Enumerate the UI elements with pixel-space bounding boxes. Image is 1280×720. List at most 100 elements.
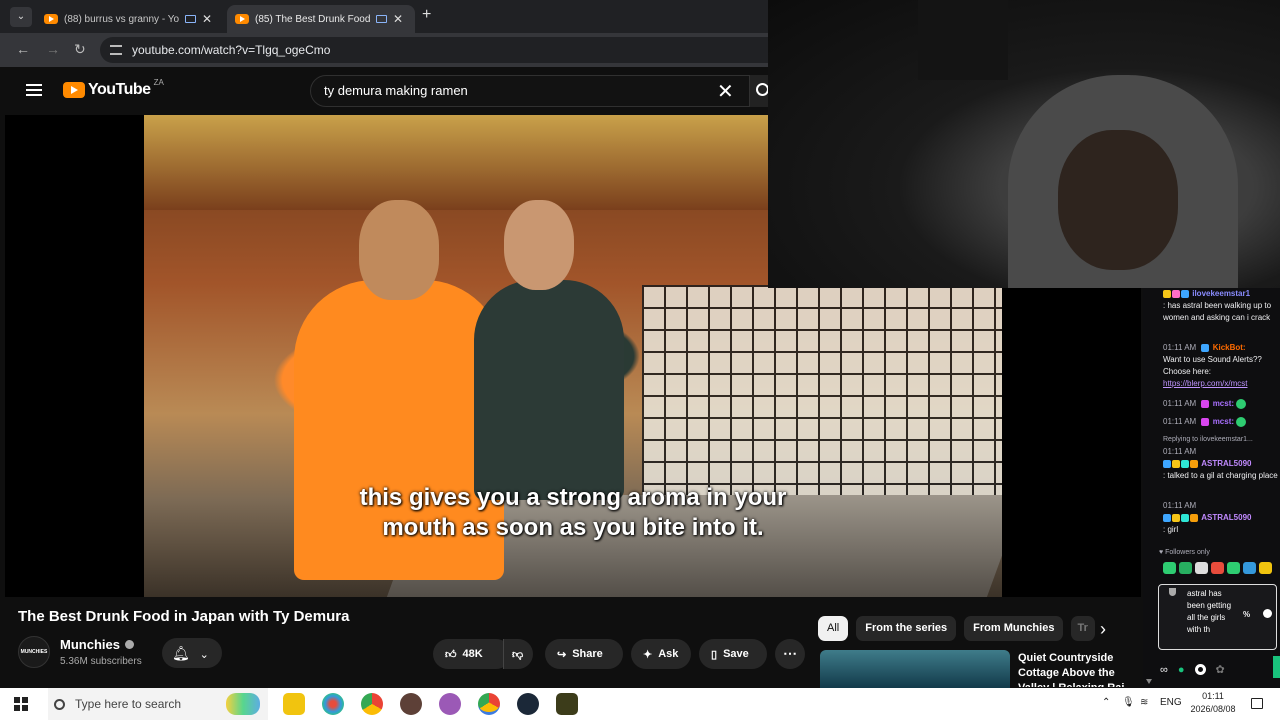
chat-message: 01:11 AM mcst: bbox=[1163, 416, 1279, 428]
like-button[interactable]: 👍︎ 48K bbox=[433, 639, 511, 669]
gear-icon[interactable] bbox=[1194, 664, 1206, 675]
badge-icon bbox=[1163, 513, 1171, 522]
browser-tab-1[interactable]: (88) burrus vs granny - You ✕ bbox=[36, 5, 224, 33]
badge-icon bbox=[1172, 289, 1180, 298]
chevron-up-icon[interactable]: ⌃ bbox=[1102, 697, 1110, 708]
recommendation-title[interactable]: Quiet Countryside Cottage Above the Vall… bbox=[1018, 651, 1138, 687]
clock-date: 2026/08/08 bbox=[1190, 704, 1236, 714]
reply-context: Replying to ilovekeemstar1... bbox=[1163, 436, 1253, 443]
chat-input[interactable]: astral has been getting all the girls wi… bbox=[1158, 584, 1277, 650]
logo-text: YouTube bbox=[88, 81, 151, 98]
bookmark-icon: ▯ bbox=[711, 648, 718, 661]
ask-label: Ask bbox=[658, 648, 679, 660]
new-tab-button[interactable]: + bbox=[422, 6, 431, 24]
video-scene-person-dark-sweater bbox=[474, 200, 624, 500]
emote-icon[interactable] bbox=[1195, 562, 1208, 574]
youtube-favicon-icon bbox=[44, 14, 58, 24]
channel-avatar[interactable]: MUNCHIES bbox=[18, 636, 50, 668]
chat-username[interactable]: KickBot: bbox=[1213, 343, 1246, 352]
notification-bell-button[interactable]: 🔔︎ ⌄ bbox=[162, 638, 222, 668]
chevron-right-icon[interactable]: › bbox=[1100, 619, 1106, 640]
emote-icon[interactable] bbox=[1179, 562, 1192, 574]
youtube-play-icon bbox=[63, 82, 85, 98]
tab-search-button[interactable]: ⌄ bbox=[10, 7, 32, 27]
app-icon[interactable] bbox=[400, 693, 422, 715]
back-arrow-icon[interactable]: ← bbox=[16, 41, 30, 57]
chat-username[interactable]: ilovekeemstar1 bbox=[1192, 289, 1250, 298]
badge-icon bbox=[1201, 343, 1210, 352]
share-button[interactable]: ↪ Share bbox=[545, 639, 623, 669]
chat-link[interactable]: https://blerp.com/x/mcst bbox=[1163, 378, 1279, 390]
save-label: Save bbox=[723, 648, 749, 660]
windows-start-icon[interactable] bbox=[14, 697, 28, 711]
address-bar[interactable]: youtube.com/watch?v=Tlgq_ogeCmo bbox=[100, 37, 800, 63]
chat-username[interactable]: mcst: bbox=[1213, 399, 1234, 408]
forward-arrow-icon[interactable]: → bbox=[46, 41, 60, 57]
ask-button[interactable]: ✦ Ask bbox=[631, 639, 691, 669]
save-button[interactable]: ▯ Save bbox=[699, 639, 767, 669]
chat-send-button[interactable] bbox=[1273, 656, 1280, 678]
chip-truncated[interactable]: Tr bbox=[1071, 616, 1096, 641]
app-icon[interactable] bbox=[439, 693, 461, 715]
channel-name[interactable]: Munchies bbox=[60, 637, 134, 652]
copilot-icon[interactable] bbox=[322, 693, 344, 715]
chat-time: 01:11 AM bbox=[1163, 343, 1197, 352]
chat-text: : has astral been walking up to women an… bbox=[1163, 301, 1272, 322]
emote-icon[interactable] bbox=[1227, 562, 1240, 574]
language-indicator[interactable]: ENG bbox=[1160, 697, 1182, 708]
browser-tab-2[interactable]: (85) The Best Drunk Food in ✕ bbox=[227, 5, 415, 33]
chip-from-the-series[interactable]: From the series bbox=[856, 616, 957, 641]
file-explorer-icon[interactable] bbox=[283, 693, 305, 715]
badge-icon bbox=[1181, 513, 1189, 522]
chat-username[interactable]: ASTRAL5090 bbox=[1201, 513, 1251, 522]
badge-icon bbox=[1190, 513, 1198, 522]
percent-icon[interactable]: % bbox=[1243, 610, 1250, 619]
badge-icon bbox=[1163, 459, 1171, 468]
notification-icon[interactable] bbox=[1251, 698, 1263, 709]
chrome-active-icon[interactable] bbox=[478, 693, 500, 715]
more-actions-button[interactable]: ⋯ bbox=[775, 639, 805, 669]
close-tab-icon[interactable]: ✕ bbox=[202, 12, 212, 26]
sparkle-icon: ✦ bbox=[643, 648, 653, 661]
badge-icon bbox=[1190, 459, 1198, 468]
chrome-icon[interactable] bbox=[361, 693, 383, 715]
chat-username[interactable]: mcst: bbox=[1213, 417, 1234, 426]
chat-time: 01:11 AM bbox=[1163, 417, 1197, 426]
emote-icon bbox=[1236, 416, 1247, 427]
settings-icon[interactable]: ✿ bbox=[1216, 663, 1225, 676]
reload-icon[interactable]: ↻ bbox=[74, 41, 86, 58]
chat-time: 01:11 AM bbox=[1163, 501, 1197, 510]
emoji-icon[interactable] bbox=[1263, 609, 1272, 618]
badge-icon bbox=[1201, 399, 1210, 408]
dislike-button[interactable]: 👎︎ bbox=[503, 639, 533, 669]
steam-icon[interactable] bbox=[517, 693, 539, 715]
chat-scrollbar[interactable] bbox=[1143, 288, 1155, 688]
chat-time: 01:11 AM bbox=[1163, 447, 1197, 456]
youtube-logo[interactable]: YouTube ZA bbox=[63, 78, 164, 99]
chat-text: : talked to a gil at charging place bbox=[1163, 471, 1278, 480]
system-clock[interactable]: 01:11 2026/08/08 bbox=[1183, 690, 1243, 716]
subscriber-count: 5.36M subscribers bbox=[60, 656, 142, 667]
clear-search-icon[interactable]: ✕ bbox=[717, 79, 734, 104]
close-tab-icon[interactable]: ✕ bbox=[393, 12, 403, 26]
emote-icon[interactable] bbox=[1243, 562, 1256, 574]
wifi-icon[interactable]: ≋ bbox=[1140, 697, 1148, 708]
search-input[interactable]: ty demura making ramen bbox=[310, 75, 750, 107]
menu-icon[interactable] bbox=[26, 84, 42, 96]
chat-message: 01:11 AM KickBot: Want to use Sound Aler… bbox=[1163, 342, 1279, 390]
chat-message: 01:11 AM mcst: bbox=[1163, 398, 1279, 410]
chip-from-munchies[interactable]: From Munchies bbox=[964, 616, 1064, 641]
recommendation-thumbnail[interactable] bbox=[820, 650, 1010, 688]
chip-all[interactable]: All bbox=[818, 616, 849, 641]
extensions-icon[interactable]: ∞ bbox=[1160, 664, 1168, 676]
microphone-icon[interactable]: 🎙︎ bbox=[1122, 697, 1135, 708]
emote-icon[interactable] bbox=[1259, 562, 1272, 574]
subtitle-line: mouth as soon as you bite into it. bbox=[382, 514, 764, 541]
emote-icon[interactable] bbox=[1163, 562, 1176, 574]
site-info-icon[interactable] bbox=[110, 45, 122, 55]
emote-icon[interactable] bbox=[1211, 562, 1224, 574]
copilot-highlight-icon[interactable] bbox=[226, 693, 260, 715]
kick-icon[interactable]: ● bbox=[1178, 664, 1185, 676]
chat-username[interactable]: ASTRAL5090 bbox=[1201, 459, 1251, 468]
game-app-icon[interactable] bbox=[556, 693, 578, 715]
